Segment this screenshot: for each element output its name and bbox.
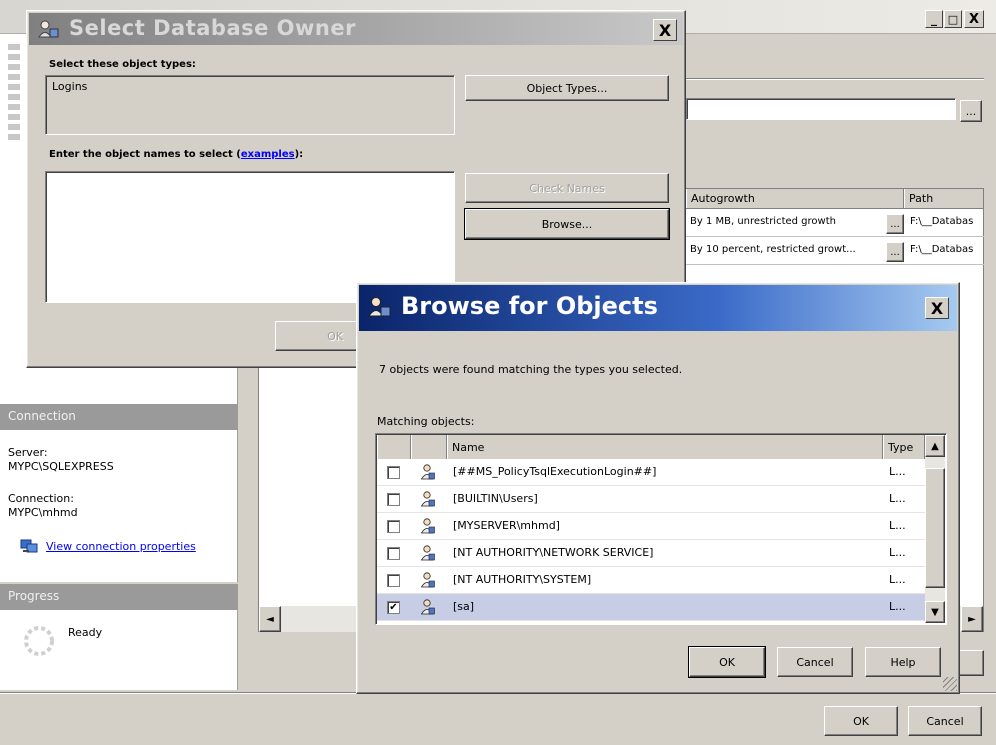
browse-cancel-button[interactable]: Cancel xyxy=(777,647,853,677)
select-owner-close-button[interactable]: X xyxy=(653,19,677,41)
browse-objects-dialog: Browse for Objects X 7 objects were foun… xyxy=(356,282,960,694)
owner-input[interactable] xyxy=(686,98,956,120)
header-autogrowth[interactable]: Autogrowth xyxy=(686,189,904,208)
progress-header: Progress xyxy=(0,584,238,610)
row-checkbox[interactable]: ✔ xyxy=(387,601,400,614)
row-name: [##MS_PolicyTsqlExecutionLogin##] xyxy=(453,465,657,478)
row-checkbox[interactable] xyxy=(387,547,400,560)
matching-objects-label: Matching objects: xyxy=(377,415,475,428)
list-item[interactable]: [MYSERVER\mhmd] L... xyxy=(377,513,925,540)
files-grid-header: Autogrowth Path xyxy=(686,189,984,209)
list-item[interactable]: [BUILTIN\Users] L... xyxy=(377,486,925,513)
minimize-button[interactable]: _ xyxy=(925,10,943,28)
enter-names-text: Enter the object names to select ( xyxy=(49,149,241,160)
list-item[interactable]: [##MS_PolicyTsqlExecutionLogin##] L... xyxy=(377,459,925,486)
row-name: [NT AUTHORITY\NETWORK SERVICE] xyxy=(453,546,654,559)
progress-status: Ready xyxy=(68,626,103,639)
server-label: Server: xyxy=(8,446,48,459)
file-row-autogrowth: By 1 MB, unrestricted growth xyxy=(690,216,836,227)
cancel-button[interactable]: Cancel xyxy=(908,706,982,736)
browse-ok-button[interactable]: OK xyxy=(688,646,766,678)
browse-user-icon xyxy=(367,296,391,318)
resize-grip[interactable] xyxy=(943,677,957,691)
file-row-ellipsis-button[interactable]: ... xyxy=(886,242,904,262)
login-icon xyxy=(420,491,435,507)
header-type[interactable]: Type xyxy=(883,435,925,459)
row-checkbox[interactable] xyxy=(387,574,400,587)
login-icon xyxy=(420,599,435,615)
file-row-path: F:\__Databas xyxy=(910,216,974,227)
object-types-field: Logins xyxy=(45,75,455,135)
login-icon xyxy=(420,545,435,561)
connection-value: MYPC\mhmd xyxy=(8,506,78,519)
row-type: L... xyxy=(889,465,906,478)
server-value: MYPC\SQLEXPRESS xyxy=(8,460,114,473)
row-type: L... xyxy=(889,492,906,505)
object-types-label: Select these object types: xyxy=(49,59,196,70)
row-type: L... xyxy=(889,519,906,532)
found-text: 7 objects were found matching the types … xyxy=(379,363,683,376)
owner-browse-button[interactable]: ... xyxy=(960,100,982,122)
scroll-left-button[interactable]: ◄ xyxy=(259,606,281,632)
list-item[interactable]: [NT AUTHORITY\SYSTEM] L... xyxy=(377,567,925,594)
scroll-right-button[interactable]: ► xyxy=(961,606,983,632)
owner-separator xyxy=(686,78,984,80)
examples-link[interactable]: examples xyxy=(241,149,295,160)
connection-label: Connection: xyxy=(8,492,74,505)
scroll-up-button[interactable]: ▲ xyxy=(925,435,945,457)
file-row-path: F:\__Databas xyxy=(910,244,974,255)
maximize-button[interactable]: □ xyxy=(944,10,962,28)
enter-names-label: Enter the object names to select (exampl… xyxy=(49,149,303,160)
browse-button[interactable]: Browse... xyxy=(464,208,670,240)
files-grid-row-lines xyxy=(686,236,984,237)
header-name[interactable]: Name xyxy=(447,435,883,459)
row-type: L... xyxy=(889,546,906,559)
scroll-thumb[interactable] xyxy=(925,468,945,588)
progress-spinner-icon xyxy=(22,624,56,658)
row-name: [NT AUTHORITY\SYSTEM] xyxy=(453,573,592,586)
header-path[interactable]: Path xyxy=(904,189,984,208)
connection-header: Connection xyxy=(0,404,238,430)
close-button[interactable]: X xyxy=(964,10,984,28)
header-icon-col[interactable] xyxy=(411,435,447,459)
file-row-ellipsis-button[interactable]: ... xyxy=(886,214,904,234)
list-header: Name Type xyxy=(377,435,925,459)
view-connection-properties-link[interactable]: View connection properties xyxy=(46,540,196,553)
row-type: L... xyxy=(889,573,906,586)
browse-help-button[interactable]: Help xyxy=(865,647,941,677)
matching-objects-list: Name Type [##MS_PolicyTsqlExecutionLogin… xyxy=(375,433,947,625)
list-rows: [##MS_PolicyTsqlExecutionLogin##] L... [BU… xyxy=(377,459,925,623)
login-icon xyxy=(420,518,435,534)
page-list-icons xyxy=(8,44,20,144)
select-owner-title: Select Database Owner xyxy=(69,16,356,40)
check-names-button[interactable]: Check Names xyxy=(465,173,669,203)
row-checkbox[interactable] xyxy=(387,493,400,506)
login-icon xyxy=(420,572,435,588)
row-checkbox[interactable] xyxy=(387,466,400,479)
enter-names-suffix: ): xyxy=(294,149,304,160)
list-item[interactable]: [NT AUTHORITY\NETWORK SERVICE] L... xyxy=(377,540,925,567)
browse-close-button[interactable]: X xyxy=(925,297,949,319)
row-type: L... xyxy=(889,600,906,613)
header-checkbox-col[interactable] xyxy=(377,435,411,459)
browse-title: Browse for Objects xyxy=(401,292,658,320)
connection-properties-icon xyxy=(20,538,38,554)
row-name: [MYSERVER\mhmd] xyxy=(453,519,560,532)
row-name: [sa] xyxy=(453,600,475,613)
files-grid-row-lines xyxy=(686,264,984,265)
file-row-autogrowth: By 10 percent, restricted growt... xyxy=(690,244,856,255)
login-icon xyxy=(420,464,435,480)
row-checkbox[interactable] xyxy=(387,520,400,533)
object-types-button[interactable]: Object Types... xyxy=(465,75,669,101)
scroll-down-button[interactable]: ▼ xyxy=(925,601,945,623)
row-name: [BUILTIN\Users] xyxy=(453,492,538,505)
ok-button[interactable]: OK xyxy=(824,706,898,736)
db-owner-icon xyxy=(37,19,59,39)
list-item[interactable]: ✔ [sa] L... xyxy=(377,594,925,621)
